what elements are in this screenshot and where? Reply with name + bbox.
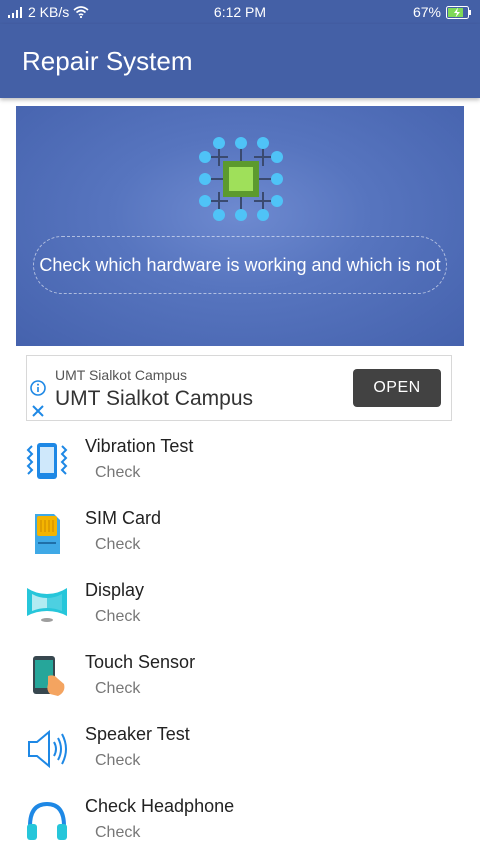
list-item-display[interactable]: Display Check bbox=[0, 572, 480, 644]
display-icon bbox=[27, 588, 67, 622]
clock: 6:12 PM bbox=[213, 4, 267, 20]
test-label: Display bbox=[85, 580, 145, 600]
check-link[interactable]: Check bbox=[95, 680, 140, 698]
test-list: Vibration Test Check SIM Card Check Disp… bbox=[0, 428, 480, 860]
speaker-icon bbox=[28, 729, 67, 769]
test-label: Vibration Test bbox=[85, 436, 194, 456]
close-icon[interactable] bbox=[30, 403, 46, 419]
test-label: Touch Sensor bbox=[85, 652, 196, 672]
battery-level: 67% bbox=[412, 4, 441, 20]
battery-charging-icon bbox=[446, 5, 471, 19]
check-link[interactable]: Check bbox=[95, 536, 140, 554]
list-item-vibration-test[interactable]: Vibration Test Check bbox=[0, 428, 480, 500]
check-link[interactable]: Check bbox=[95, 608, 140, 626]
vibration-icon bbox=[26, 443, 68, 479]
info-icon[interactable] bbox=[30, 380, 46, 396]
ad-big-title: UMT Sialkot Campus bbox=[55, 387, 254, 410]
touch-icon bbox=[33, 656, 65, 696]
hero-message-pill: Check which hardware is working and whic… bbox=[33, 236, 447, 294]
check-link[interactable]: Check bbox=[95, 464, 140, 482]
list-item-speaker-test[interactable]: Speaker Test Check bbox=[0, 716, 480, 788]
page-title: Repair System bbox=[22, 46, 193, 76]
ad-open-button[interactable]: OPEN bbox=[353, 369, 441, 407]
test-label: Check Headphone bbox=[85, 796, 235, 816]
hero-message: Check which hardware is working and whic… bbox=[39, 255, 441, 275]
list-item-touch-sensor[interactable]: Touch Sensor Check bbox=[0, 644, 480, 716]
status-bar: 2 KB/s 6:12 PM 67% bbox=[0, 0, 480, 24]
test-label: SIM Card bbox=[85, 508, 162, 528]
hero-banner: Check which hardware is working and whic… bbox=[16, 106, 464, 346]
sim-card-icon bbox=[35, 514, 60, 554]
headphone-icon bbox=[27, 801, 67, 840]
chip-icon bbox=[199, 137, 283, 221]
check-link[interactable]: Check bbox=[95, 752, 140, 770]
list-item-sim-card[interactable]: SIM Card Check bbox=[0, 500, 480, 572]
ad-banner[interactable]: UMT Sialkot Campus UMT Sialkot Campus OP… bbox=[26, 355, 452, 421]
check-link[interactable]: Check bbox=[95, 824, 140, 842]
ad-small-title: UMT Sialkot Campus bbox=[55, 367, 188, 383]
list-item-check-headphone[interactable]: Check Headphone Check bbox=[0, 788, 480, 860]
test-label: Speaker Test bbox=[85, 724, 190, 744]
app-bar: Repair System bbox=[0, 24, 480, 98]
